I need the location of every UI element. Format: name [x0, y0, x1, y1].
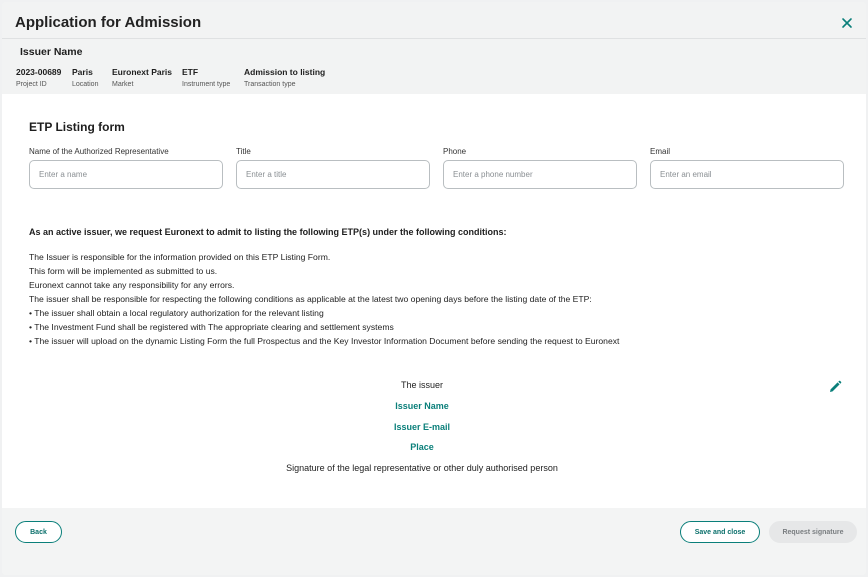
condition-line: The Issuer is responsible for the inform…	[29, 252, 331, 262]
signature-issuer-name: Issuer Name	[395, 401, 449, 411]
save-and-close-button[interactable]: Save and close	[680, 521, 760, 543]
modal-footer: Back Save and close Request signature	[2, 508, 866, 575]
condition-bullet: • The issuer shall obtain a local regula…	[29, 308, 324, 318]
phone-field-label: Phone	[443, 147, 467, 156]
issuer-name: Issuer Name	[20, 46, 83, 58]
header-divider	[2, 38, 866, 39]
conditions-heading: As an active issuer, we request Euronext…	[29, 227, 507, 237]
email-field-label: Email	[650, 147, 671, 156]
meta-value: ETF	[182, 67, 199, 77]
signature-the-issuer: The issuer	[400, 380, 444, 390]
meta-transaction-type: Admission to listing Transaction type	[244, 67, 325, 88]
meta-market: Euronext Paris Market	[112, 67, 172, 88]
meta-label: Transaction type	[244, 81, 296, 88]
modal-body: ETP Listing form Name of the Authorized …	[2, 94, 866, 508]
meta-value: Admission to listing	[244, 67, 326, 77]
back-button[interactable]: Back	[15, 521, 62, 543]
meta-value: 2023-00689	[16, 67, 62, 77]
meta-value: Euronext Paris	[112, 67, 172, 77]
meta-location: Paris Location	[72, 67, 98, 88]
meta-label: Market	[112, 81, 134, 88]
admission-modal: Application for Admission Issuer Name 20…	[2, 2, 866, 575]
meta-label: Location	[72, 81, 99, 88]
name-field[interactable]	[29, 160, 223, 189]
phone-field[interactable]	[443, 160, 637, 189]
page-title: Application for Admission	[15, 14, 202, 31]
condition-bullet: • The issuer will upload on the dynamic …	[29, 336, 620, 346]
modal-header: Application for Admission Issuer Name 20…	[2, 2, 866, 94]
signature-issuer-email: Issuer E-mail	[393, 422, 451, 432]
meta-instrument-type: ETF Instrument type	[182, 67, 230, 88]
meta-value: Paris	[72, 67, 93, 77]
pencil-icon[interactable]	[828, 380, 842, 394]
email-field[interactable]	[650, 160, 844, 189]
signature-caption: Signature of the legal representative or…	[286, 463, 558, 473]
meta-label: Project ID	[16, 81, 47, 88]
form-title: ETP Listing form	[29, 120, 125, 134]
meta-label: Instrument type	[182, 81, 231, 88]
condition-line: This form will be implemented as submitt…	[29, 266, 218, 276]
condition-line: The issuer shall be responsible for resp…	[29, 294, 592, 304]
condition-bullet: • The Investment Fund shall be registere…	[29, 322, 394, 332]
title-field[interactable]	[236, 160, 430, 189]
close-icon[interactable]	[840, 16, 854, 30]
request-signature-button[interactable]: Request signature	[769, 521, 857, 543]
condition-line: Euronext cannot take any responsibility …	[29, 280, 235, 290]
name-field-label: Name of the Authorized Representative	[29, 147, 169, 156]
title-field-label: Title	[236, 147, 251, 156]
signature-place: Place	[410, 442, 434, 452]
meta-project-id: 2023-00689 Project ID	[16, 67, 61, 88]
